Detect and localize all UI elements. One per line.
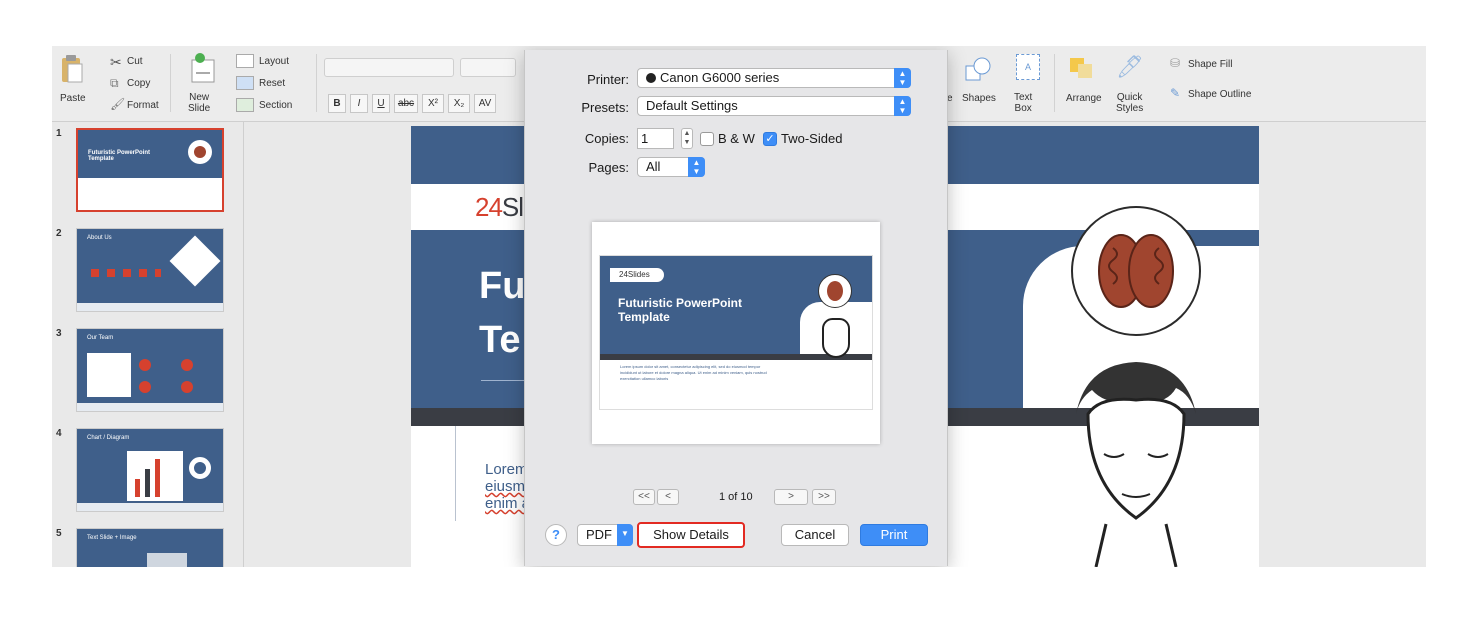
brain-illustration [1071, 206, 1201, 336]
print-button[interactable]: Print [860, 524, 928, 546]
shape-outline-button[interactable]: Shape Outline [1188, 89, 1251, 100]
slide-thumbnail-pane: 1 Futuristic PowerPoint Template 2 About… [52, 122, 244, 567]
thumb-title: Text Slide + Image [87, 535, 137, 541]
layout-icon[interactable] [236, 54, 254, 68]
preview-title: Futuristic PowerPoint Template [618, 296, 743, 324]
pages-label: Pages: [588, 160, 629, 175]
last-page-button[interactable]: >> [812, 489, 836, 505]
help-button[interactable]: ? [545, 524, 567, 546]
thumb-number: 1 [56, 128, 62, 139]
thumb-number: 4 [56, 428, 62, 439]
character-spacing-button[interactable]: AV [474, 94, 496, 113]
shape-fill-button[interactable]: Shape Fill [1188, 59, 1232, 70]
slide-thumbnail-1[interactable]: Futuristic PowerPoint Template [76, 128, 224, 212]
thumb-title: Futuristic PowerPoint Template [88, 150, 151, 162]
first-page-button[interactable]: << [633, 489, 655, 505]
thumb-title: Chart / Diagram [87, 435, 130, 441]
chevron-down-icon: ▼ [617, 524, 633, 546]
thumb-number: 3 [56, 328, 62, 339]
quick-styles-button[interactable]: Quick Styles [1116, 92, 1143, 114]
cut-button[interactable]: Cut [127, 56, 143, 67]
show-details-button[interactable]: Show Details [637, 522, 745, 548]
new-slide-button[interactable]: New Slide [188, 92, 210, 114]
slide-thumbnail-5[interactable]: Text Slide + Image [76, 528, 224, 567]
pdf-menu-button[interactable]: PDF ▼ [577, 524, 633, 546]
italic-button[interactable]: I [350, 94, 368, 113]
text-box-button[interactable]: Text Box [1014, 92, 1032, 114]
bold-button[interactable]: B [328, 94, 346, 113]
font-size-select[interactable] [460, 58, 516, 77]
printer-status-icon [646, 73, 656, 83]
format-button[interactable]: Format [127, 100, 159, 111]
presets-label: Presets: [581, 100, 629, 115]
presets-select[interactable]: Default Settings ▲ ▼ [637, 96, 911, 116]
section-button[interactable]: Section [259, 100, 292, 111]
powerpoint-window: Paste ✂ Cut ⧉ Copy 🖌 Format New Slide La… [52, 46, 1426, 567]
slide-thumbnail-2[interactable]: About Us [76, 228, 224, 312]
pages-select[interactable]: All ▲ ▼ [637, 157, 705, 177]
copy-button[interactable]: Copy [127, 78, 150, 89]
copies-stepper[interactable]: ▲ ▼ [681, 128, 693, 149]
copies-label: Copies: [584, 131, 629, 146]
shape-outline-icon[interactable]: ✎ [1170, 86, 1180, 100]
thumb-title: About Us [87, 235, 112, 241]
printer-select[interactable]: Canon G6000 series ▲ ▼ [637, 68, 911, 88]
preview-body: Lorem ipsum dolor sit amet, consectetur … [620, 364, 767, 381]
preview-logo: 24Slides [610, 268, 664, 282]
format-painter-icon[interactable]: 🖌 [110, 97, 125, 111]
underline-button[interactable]: U [372, 94, 390, 113]
subscript-button[interactable]: X₂ [448, 94, 470, 113]
cut-icon[interactable]: ✂ [110, 54, 122, 71]
cancel-button[interactable]: Cancel [781, 524, 849, 546]
chevron-updown-icon: ▲ ▼ [688, 157, 705, 177]
font-name-select[interactable] [324, 58, 454, 77]
print-preview: 24Slides Futuristic PowerPoint Template … [592, 222, 880, 444]
bw-label: B & W [718, 131, 755, 146]
chevron-updown-icon: ▲ ▼ [894, 68, 911, 88]
slide-title[interactable]: Fu Te [479, 259, 525, 367]
arrange-icon[interactable] [1068, 56, 1094, 83]
next-page-button[interactable]: > [774, 489, 808, 505]
print-dialog: Printer: Canon G6000 series ▲ ▼ Presets: … [524, 50, 948, 566]
preview-brain [818, 274, 852, 308]
preview-face [822, 318, 850, 358]
reset-button[interactable]: Reset [259, 78, 285, 89]
two-sided-label: Two-Sided [781, 131, 843, 146]
bw-checkbox[interactable] [700, 132, 714, 146]
copies-field[interactable]: 1 [637, 128, 674, 149]
thumb-number: 5 [56, 528, 62, 539]
face-illustration [1066, 354, 1206, 567]
slide-thumbnail-3[interactable]: Our Team [76, 328, 224, 412]
arrange-button[interactable]: Arrange [1066, 93, 1102, 104]
shape-fill-icon[interactable]: ⛁ [1170, 56, 1180, 70]
copy-icon[interactable]: ⧉ [110, 76, 119, 91]
shapes-button[interactable]: Shapes [962, 93, 996, 104]
prev-page-button[interactable]: < [657, 489, 679, 505]
superscript-button[interactable]: X² [422, 94, 444, 113]
reset-icon[interactable] [236, 76, 254, 90]
text-box-icon[interactable]: A [1016, 54, 1040, 80]
thumb-title: Our Team [87, 335, 114, 341]
page-indicator: 1 of 10 [719, 491, 753, 503]
section-icon[interactable] [236, 98, 254, 112]
thumb-number: 2 [56, 228, 62, 239]
layout-button[interactable]: Layout [259, 56, 289, 67]
slide-thumbnail-4[interactable]: Chart / Diagram [76, 428, 224, 512]
paste-icon[interactable] [60, 54, 84, 84]
quick-styles-icon[interactable]: 🖊 [1116, 54, 1144, 80]
chevron-updown-icon: ▲ ▼ [894, 96, 911, 116]
paste-label[interactable]: Paste [60, 93, 86, 104]
new-slide-icon[interactable] [190, 52, 216, 87]
shapes-icon[interactable] [964, 56, 992, 85]
printer-label: Printer: [587, 72, 629, 87]
two-sided-checkbox[interactable]: ✓ [763, 132, 777, 146]
strikethrough-button[interactable]: abc [394, 94, 418, 113]
